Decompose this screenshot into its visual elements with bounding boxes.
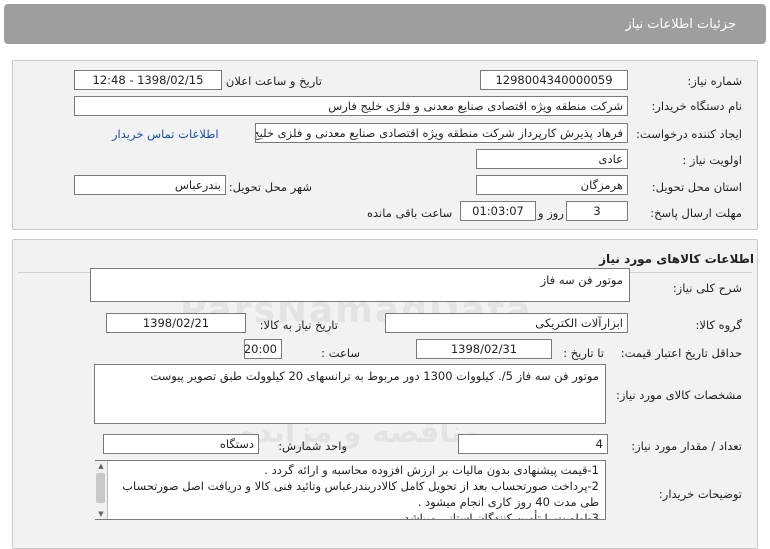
- page-header: جزئیات اطلاعات نیاز: [4, 4, 766, 44]
- page-title: جزئیات اطلاعات نیاز: [625, 17, 736, 32]
- buyer-notes-label: توضیحات خریدار:: [658, 487, 742, 501]
- quantity-field: 4: [458, 434, 608, 454]
- deadline-days-field: 3: [566, 201, 628, 221]
- city-field: بندرعباس: [74, 175, 226, 195]
- general-desc-label: شرح کلی نیاز:: [672, 281, 742, 295]
- deadline-time-field: 01:03:07: [460, 201, 536, 221]
- notes-line: 1-قیمت پیشنهادی بدون مالیات بر ارزش افزو…: [264, 463, 599, 477]
- validity-time-label: ساعت :: [321, 346, 360, 360]
- province-label: استان محل تحویل:: [651, 180, 742, 194]
- notes-line: طی مدت 40 روز کاری انجام میشود .: [417, 495, 599, 509]
- buyer-contact-link[interactable]: اطلاعات تماس خریدار: [112, 127, 219, 141]
- scroll-down-icon[interactable]: ▼: [96, 509, 106, 519]
- unit-label: واحد شمارش:: [278, 439, 347, 453]
- scroll-up-icon[interactable]: ▲: [96, 461, 106, 471]
- need-date-field: 1398/02/21: [106, 313, 246, 333]
- goods-section-title: اطلاعات کالاهای مورد نیاز: [599, 252, 754, 266]
- notes-scrollbar[interactable]: ▲ ▼: [95, 461, 108, 519]
- price-validity-label: حداقل تاریخ اعتبار قیمت:: [620, 346, 742, 360]
- need-number-field: 1298004340000059: [480, 70, 628, 90]
- goods-group-field: ابزارآلات الکتریکی: [385, 313, 628, 333]
- priority-label: اولویت نیاز :: [682, 153, 742, 167]
- unit-field: دستگاه: [103, 434, 259, 454]
- days-label: روز و: [538, 206, 564, 220]
- until-date-field: 1398/02/31: [416, 339, 552, 359]
- need-number-label: شماره نیاز:: [687, 74, 742, 88]
- buyer-org-label: نام دستگاه خریدار:: [651, 99, 742, 113]
- requester-field: فرهاد پذیرش کارپرداز شرکت منطقه ویژه اقت…: [255, 123, 628, 143]
- notes-line: 2-پرداخت صورتحساب بعد از تحویل کامل کالا…: [122, 479, 599, 493]
- deadline-label: مهلت ارسال پاسخ:: [650, 206, 742, 220]
- province-field: هرمزگان: [476, 175, 628, 195]
- goods-group-label: گروه کالا:: [695, 318, 742, 332]
- city-label: شهر محل تحویل:: [228, 180, 312, 194]
- buyer-notes-field[interactable]: 1-قیمت پیشنهادی بدون مالیات بر ارزش افزو…: [95, 460, 606, 520]
- quantity-label: تعداد / مقدار مورد نیاز:: [631, 439, 742, 453]
- specs-field: موتور فن سه فاز 5/. کیلووات 1300 دور مرب…: [94, 364, 606, 424]
- general-desc-field: موتور فن سه فاز: [90, 268, 630, 302]
- validity-time-field: 20:00: [244, 339, 282, 359]
- requester-label: ایجاد کننده درخواست:: [636, 127, 742, 141]
- scroll-thumb[interactable]: [96, 473, 105, 503]
- notes-line: 3-اولویت با تأمین کنندگان استانی میباشد …: [396, 511, 599, 520]
- priority-field: عادی: [476, 149, 628, 169]
- need-date-label: تاریخ نیاز به کالا:: [259, 318, 338, 332]
- until-date-label: تا تاریخ :: [563, 346, 604, 360]
- announce-datetime-field: 1398/02/15 - 12:48: [74, 70, 222, 90]
- specs-label: مشخصات کالای مورد نیاز:: [615, 388, 742, 402]
- remaining-label: ساعت باقی مانده: [367, 206, 453, 220]
- buyer-org-field: شرکت منطقه ویژه اقتصادی صنایع معدنی و فل…: [74, 96, 628, 116]
